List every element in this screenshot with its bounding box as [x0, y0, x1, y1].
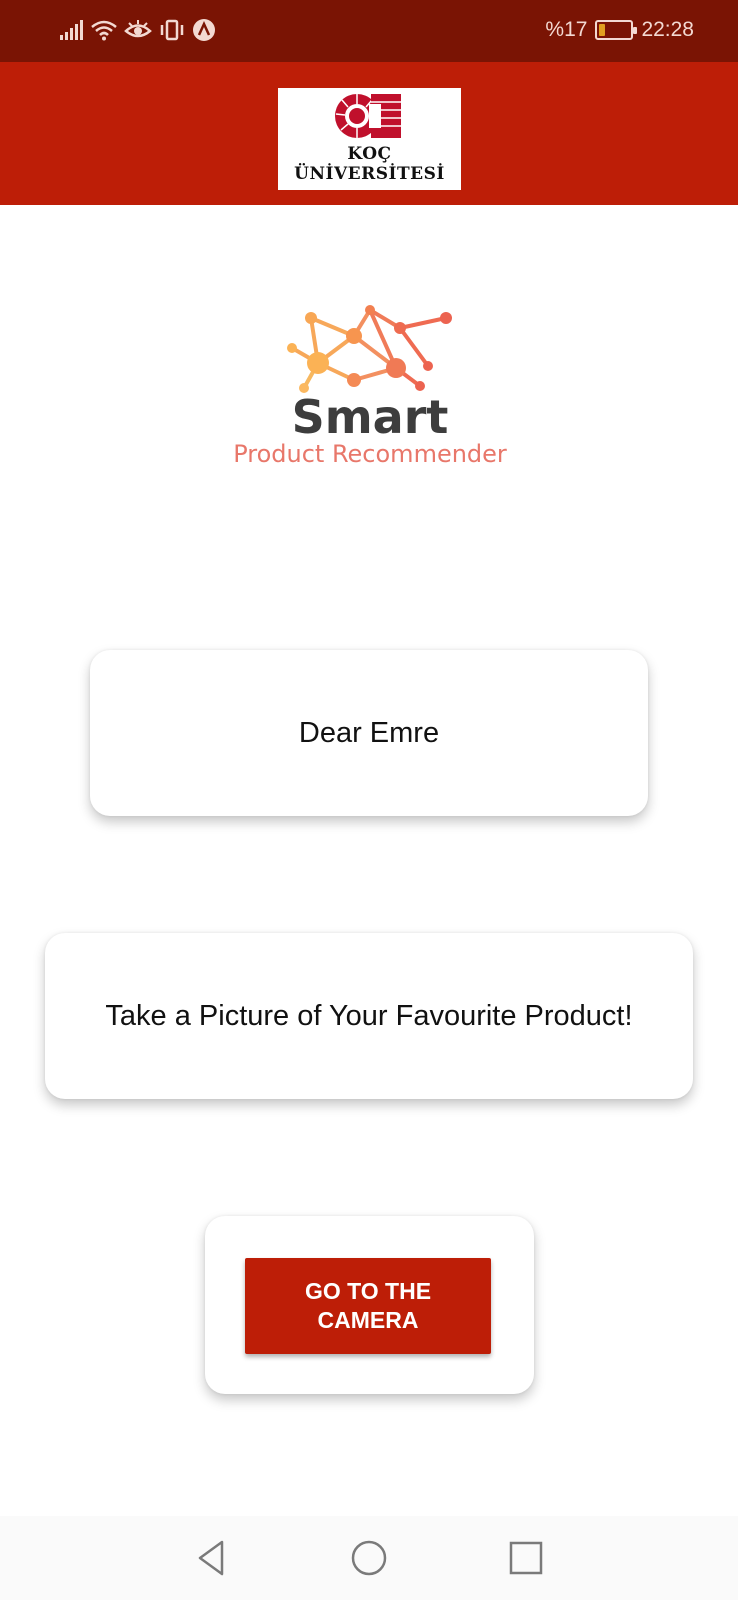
status-bar: %17 22:28 [0, 0, 738, 62]
app-header: KOÇ ÜNİVERSİTESİ [0, 62, 738, 205]
clock: 22:28 [641, 18, 694, 41]
go-to-camera-button[interactable]: GO TO THE CAMERA [245, 1258, 491, 1354]
prompt-text: Take a Picture of Your Favourite Product… [105, 999, 633, 1032]
wifi-icon [91, 20, 117, 41]
status-icons [58, 18, 216, 42]
back-icon[interactable] [192, 1538, 232, 1578]
home-icon[interactable] [349, 1538, 389, 1578]
network-graph-icon [287, 305, 452, 393]
app-logo-title: Smart [291, 390, 449, 444]
eye-icon [124, 20, 152, 38]
university-logo: KOÇ ÜNİVERSİTESİ [278, 88, 461, 190]
app-logo: Smart Product Recommender [200, 290, 540, 475]
status-right: %17 22:28 [545, 18, 694, 42]
greeting-text: Dear Emre [298, 716, 440, 749]
battery-level [599, 24, 606, 36]
greeting-card: Dear Emre [90, 650, 648, 816]
app-notification-icon [193, 19, 215, 41]
camera-button-card: GO TO THE CAMERA [205, 1216, 534, 1394]
logo-line-koc: KOÇ [347, 144, 392, 164]
signal-icon [60, 20, 83, 40]
recents-icon[interactable] [506, 1538, 546, 1578]
battery-percentage: %17 [545, 18, 588, 41]
battery-icon [595, 20, 638, 40]
vibrate-icon [160, 19, 184, 41]
koc-emblem-icon [335, 94, 401, 138]
logo-line-universitesi: ÜNİVERSİTESİ [294, 164, 445, 184]
battery-tip [633, 27, 638, 34]
app-logo-subtitle: Product Recommender [233, 440, 507, 468]
prompt-card: Take a Picture of Your Favourite Product… [45, 933, 693, 1099]
navigation-bar [0, 1516, 738, 1600]
go-to-camera-label: GO TO THE CAMERA [304, 1278, 432, 1333]
